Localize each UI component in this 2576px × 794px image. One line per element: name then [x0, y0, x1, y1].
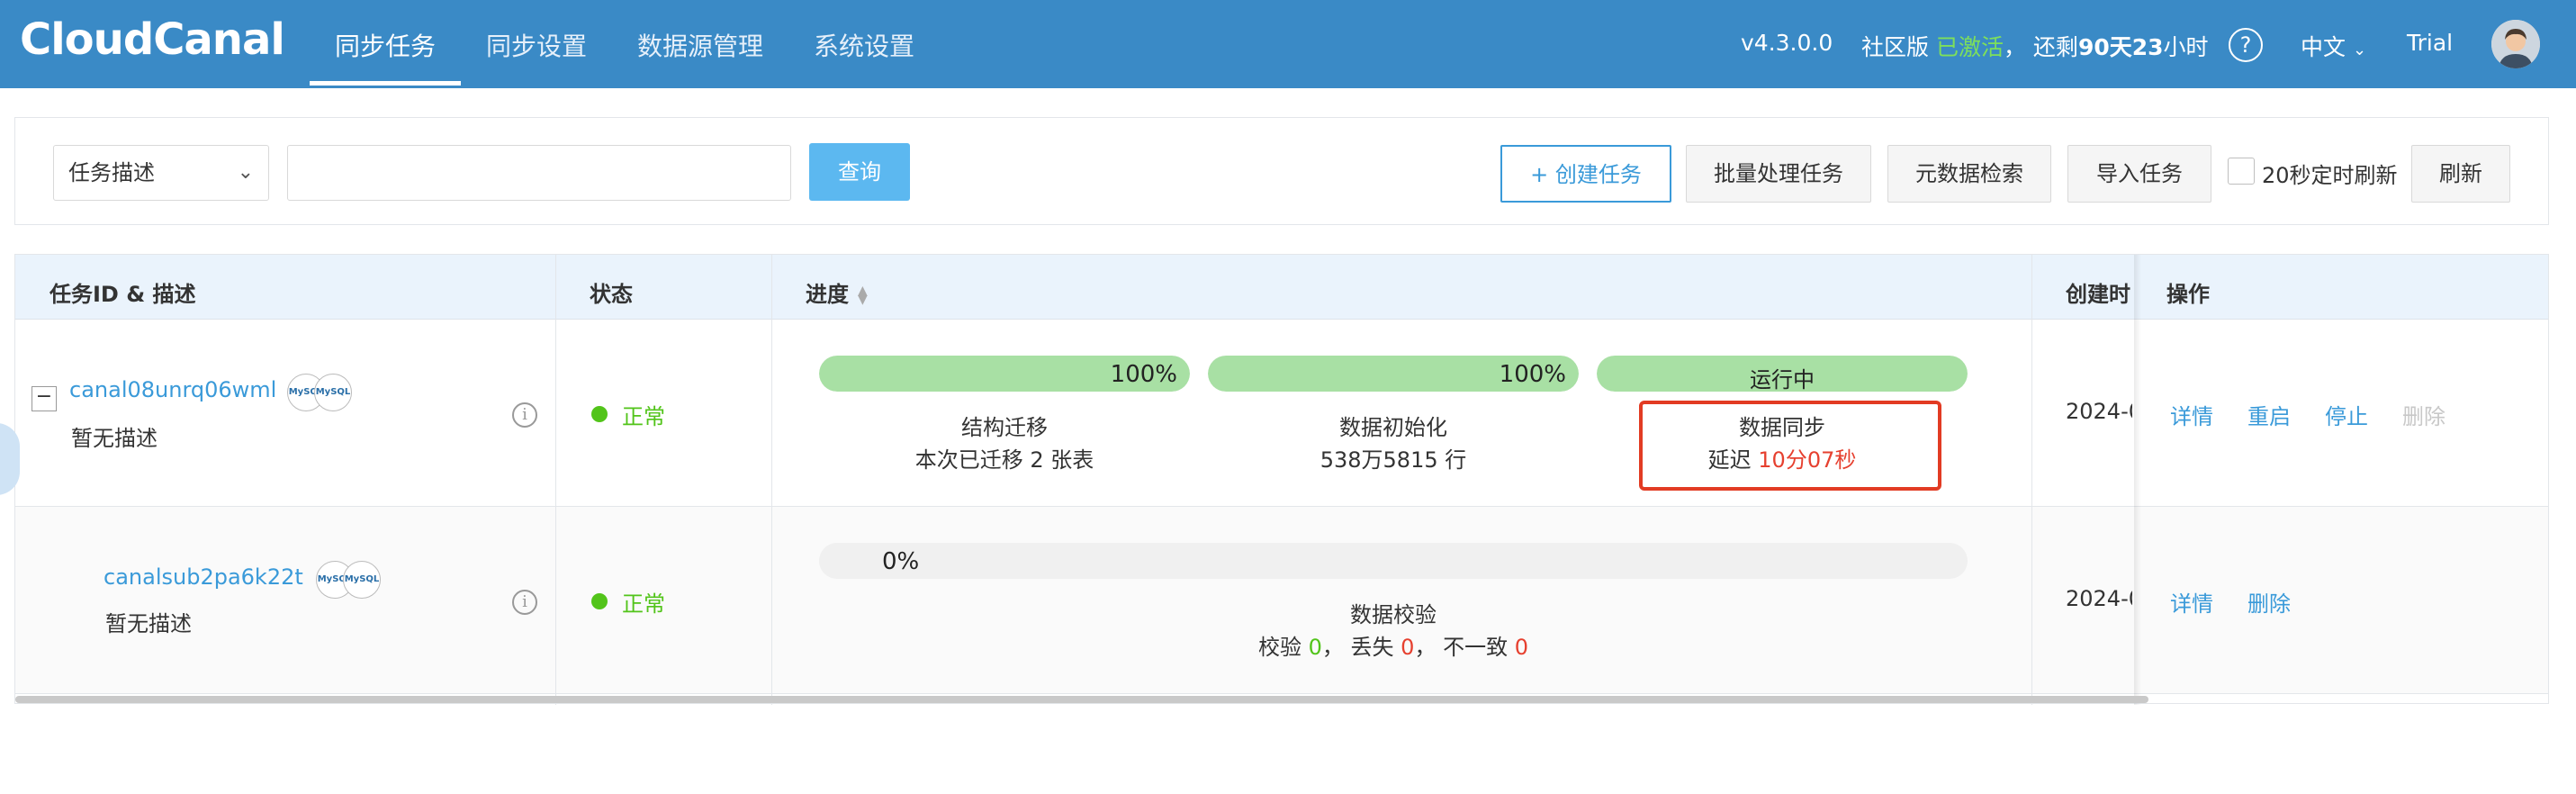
lost-count: 0 — [1401, 635, 1415, 660]
language-label: 中文 — [2301, 34, 2346, 60]
progress-running-label: 运行中 — [1750, 367, 1815, 392]
task-id-link[interactable]: canal08unrq06wml — [69, 377, 276, 402]
column-divider — [555, 255, 556, 705]
lost-label: ， 丢失 — [1321, 635, 1401, 660]
column-header-operations: 操作 — [2166, 282, 2210, 307]
nav-active-indicator — [310, 81, 461, 86]
search-field-value: 任务描述 — [68, 160, 155, 185]
task-table: 任务ID & 描述 状态 进度 ▲▼ 创建时间 操作 − canal08unrq0… — [14, 254, 2549, 705]
remaining-value: 90天23 — [2077, 34, 2164, 60]
data-sync-progress-bar: 运行中 — [1597, 356, 1968, 392]
column-header-created: 创建时间 — [2066, 282, 2130, 307]
stage-title: 数据初始化 — [1339, 415, 1447, 440]
stage-detail: 本次已迁移 2 张表 — [914, 447, 1094, 473]
edition-label: 社区版 — [1861, 34, 1930, 60]
stage-title: 数据校验 — [1350, 602, 1437, 627]
avatar[interactable] — [2491, 20, 2540, 68]
user-avatar-icon — [2491, 20, 2540, 68]
auto-refresh-label: 20秒定时刷新 — [2262, 163, 2398, 188]
column-header-id-desc: 任务ID & 描述 — [50, 282, 196, 307]
progress-percent: 100% — [1499, 361, 1566, 388]
created-time: 2024-0 — [2066, 399, 2132, 424]
created-time: 2024-0 — [2066, 586, 2132, 611]
license-status: 社区版 已激活， 还剩90天23小时 — [1861, 30, 2209, 62]
details-link[interactable]: 详情 — [2170, 399, 2213, 430]
table-header: 任务ID & 描述 状态 进度 ▲▼ 创建时间 操作 — [15, 255, 2548, 320]
column-divider — [771, 255, 772, 705]
progress-header-label: 进度 — [806, 282, 849, 307]
diff-label: ， 不一致 — [1414, 635, 1515, 660]
table-row: canalsub2pa6k22t MySQL MySQL 暂无描述 i 正常 0… — [15, 507, 2548, 694]
stage-detail: 校验 0， 丢失 0， 不一致 0 — [819, 629, 1968, 661]
mysql-target-icon: MySQL — [314, 374, 352, 411]
structure-migration-progress-bar: 100% — [819, 356, 1190, 392]
data-init-progress-bar: 100% — [1208, 356, 1579, 392]
nav-sync-settings[interactable]: 同步设置 — [486, 27, 587, 63]
import-task-button[interactable]: 导入任务 — [2067, 145, 2211, 203]
info-icon[interactable]: i — [512, 402, 537, 428]
language-switcher[interactable]: 中文 ⌄ — [2301, 30, 2366, 62]
nav-system-settings[interactable]: 系统设置 — [814, 27, 914, 63]
remaining-suffix: 小时 — [2163, 34, 2209, 60]
metadata-search-button[interactable]: 元数据检索 — [1887, 145, 2051, 203]
table-row: − canal08unrq06wml MySQL MySQL 暂无描述 i 正常… — [15, 320, 2548, 507]
delete-link[interactable]: 删除 — [2402, 399, 2445, 430]
stage-detail: 538万5815 行 — [1320, 447, 1467, 473]
data-check-progress-bar: 0% — [819, 543, 1968, 579]
details-link[interactable]: 详情 — [2170, 586, 2213, 618]
sort-icon[interactable]: ▲ ▼ — [858, 284, 868, 306]
batch-process-button[interactable]: 批量处理任务 — [1686, 145, 1871, 203]
stage-title: 结构迁移 — [961, 415, 1048, 440]
task-description: 暂无描述 — [71, 426, 158, 451]
search-field-select[interactable]: 任务描述 ⌄ — [53, 145, 269, 201]
status-dot-icon — [591, 593, 608, 609]
nav-datasource-management[interactable]: 数据源管理 — [637, 27, 763, 63]
column-divider — [2031, 255, 2032, 705]
status-dot-icon — [591, 406, 608, 422]
nav-sync-tasks[interactable]: 同步任务 — [335, 27, 436, 63]
collapse-row-button[interactable]: − — [32, 386, 57, 411]
remaining-prefix: ， 还剩 — [2003, 34, 2078, 60]
status-text: 正常 — [622, 591, 665, 617]
info-icon[interactable]: i — [512, 590, 537, 615]
version-label: v4.3.0.0 — [1741, 30, 1833, 56]
help-circle-icon[interactable]: ? — [2229, 28, 2263, 62]
status-text: 正常 — [622, 404, 665, 429]
mysql-target-icon: MySQL — [343, 561, 381, 599]
highlight-annotation — [1639, 401, 1941, 491]
restart-link[interactable]: 重启 — [2247, 399, 2291, 430]
user-name[interactable]: Trial — [2407, 30, 2453, 56]
horizontal-scrollbar[interactable] — [15, 696, 2148, 703]
chevron-down-icon: ⌄ — [237, 161, 254, 184]
search-panel: 任务描述 ⌄ 查询 + 创建任务 批量处理任务 元数据检索 导入任务 20秒定时… — [14, 117, 2549, 225]
column-header-progress[interactable]: 进度 ▲ ▼ — [806, 276, 868, 308]
check-count: 0 — [1308, 635, 1322, 660]
activated-label: 已激活 — [1935, 34, 2004, 60]
query-button[interactable]: 查询 — [809, 143, 910, 201]
task-id-link[interactable]: canalsub2pa6k22t — [104, 564, 303, 590]
auto-refresh-checkbox[interactable] — [2228, 158, 2255, 185]
top-navbar: CloudCanal 同步任务 同步设置 数据源管理 系统设置 v4.3.0.0… — [0, 0, 2576, 88]
create-task-button[interactable]: + 创建任务 — [1500, 145, 1671, 203]
column-header-status: 状态 — [590, 282, 633, 307]
delete-link[interactable]: 删除 — [2247, 586, 2291, 618]
cloudcanal-logo[interactable]: CloudCanal — [20, 14, 285, 65]
refresh-button[interactable]: 刷新 — [2411, 145, 2510, 203]
fixed-column-shadow — [2134, 255, 2141, 705]
check-label: 校验 — [1257, 635, 1309, 660]
progress-percent: 100% — [1110, 361, 1177, 388]
progress-percent: 0% — [882, 548, 920, 575]
chevron-down-icon: ⌄ — [2352, 41, 2367, 59]
task-description: 暂无描述 — [105, 611, 192, 636]
diff-count: 0 — [1514, 635, 1528, 660]
stop-link[interactable]: 停止 — [2325, 399, 2368, 430]
search-input[interactable] — [287, 145, 791, 201]
